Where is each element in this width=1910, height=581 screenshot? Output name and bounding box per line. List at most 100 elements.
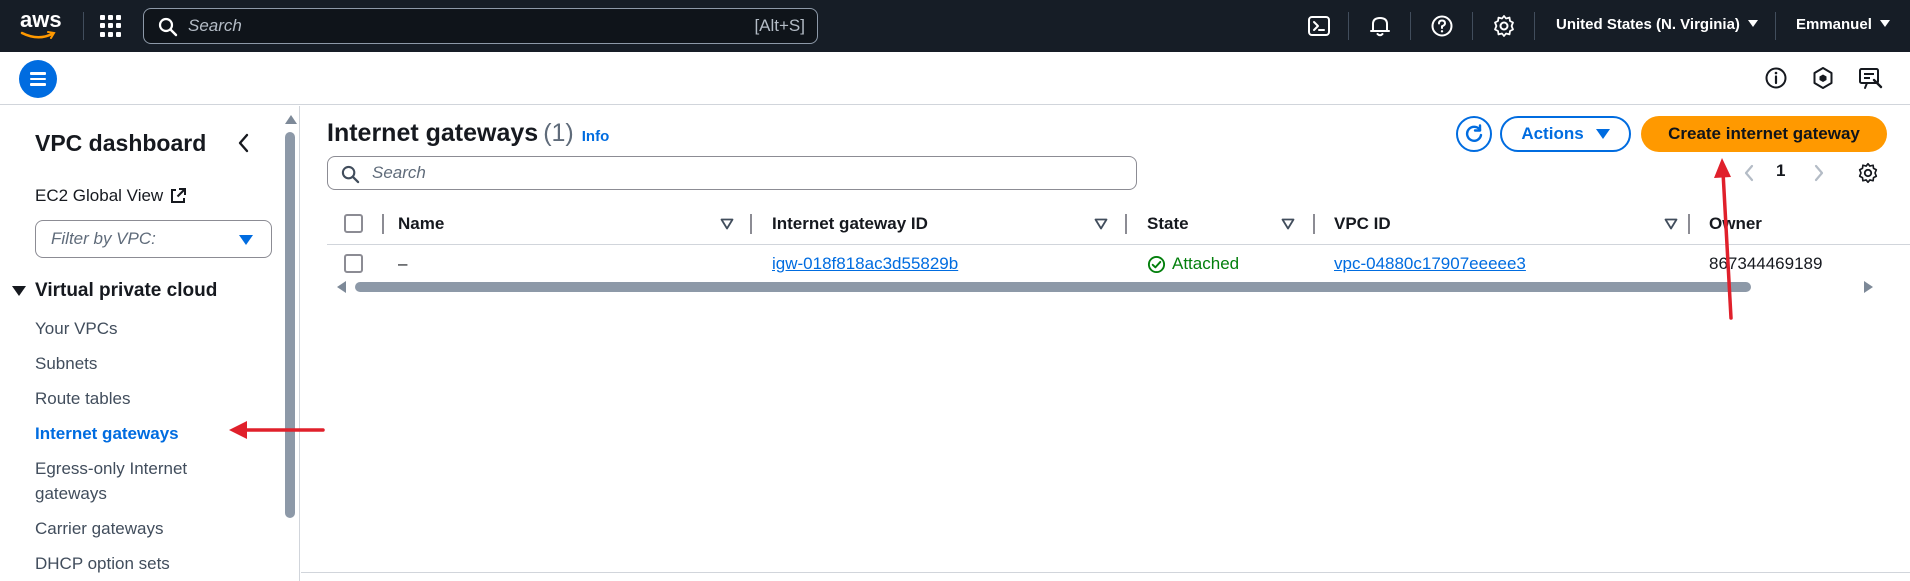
ec2-global-view-label: EC2 Global View bbox=[35, 186, 164, 205]
side-navigation: VPC dashboard EC2 Global View Filter by … bbox=[0, 106, 300, 581]
nav-divider bbox=[83, 12, 84, 40]
sidebar-item-your-vpcs[interactable]: Your VPCs bbox=[35, 316, 118, 341]
aws-smile-icon bbox=[20, 31, 56, 39]
chevron-right-icon[interactable] bbox=[1813, 163, 1825, 183]
hexagon-icon[interactable] bbox=[1810, 65, 1836, 91]
table-row[interactable]: – igw-018f818ac3d55829b Attached vpc-048… bbox=[327, 245, 1910, 283]
column-divider bbox=[750, 214, 752, 234]
sort-icon[interactable] bbox=[1664, 218, 1678, 230]
sidebar-item-carrier-gateways[interactable]: Carrier gateways bbox=[35, 516, 164, 541]
cell-vpc-id-link[interactable]: vpc-04880c17907eeeee3 bbox=[1334, 254, 1526, 274]
cell-owner: 867344469189 bbox=[1709, 254, 1823, 273]
sidebar-item-internet-gateways[interactable]: Internet gateways bbox=[35, 421, 179, 446]
menu-icon-line bbox=[30, 83, 46, 86]
actions-label: Actions bbox=[1521, 124, 1584, 143]
column-divider bbox=[382, 214, 384, 234]
sidebar-item-label: Egress-only Internet bbox=[35, 459, 188, 478]
chevron-left-icon[interactable] bbox=[236, 132, 252, 154]
page-title-text: Internet gateways bbox=[327, 119, 539, 147]
top-navigation-bar: aws [Alt+S] United St bbox=[0, 0, 1910, 52]
caret-down-icon bbox=[239, 235, 253, 245]
actions-button[interactable]: Actions bbox=[1500, 116, 1631, 152]
account-menu[interactable]: Emmanuel bbox=[1796, 16, 1890, 33]
cell-gateway-id-link[interactable]: igw-018f818ac3d55829b bbox=[772, 254, 958, 274]
search-icon bbox=[158, 17, 178, 37]
column-divider bbox=[1313, 214, 1315, 234]
cell-name: – bbox=[398, 254, 408, 273]
sort-icon[interactable] bbox=[1281, 218, 1295, 230]
column-header-vpc-id[interactable]: VPC ID bbox=[1334, 203, 1391, 245]
column-header-owner[interactable]: Owner bbox=[1709, 203, 1762, 245]
global-search[interactable]: [Alt+S] bbox=[143, 8, 818, 44]
cloudshell-icon[interactable] bbox=[1306, 13, 1332, 39]
sidebar-item-route-tables[interactable]: Route tables bbox=[35, 386, 130, 411]
sidebar-title[interactable]: VPC dashboard bbox=[35, 130, 206, 157]
gear-icon[interactable] bbox=[1491, 13, 1517, 39]
state-label: Attached bbox=[1172, 254, 1240, 273]
search-icon bbox=[341, 165, 360, 184]
section-label: Virtual private cloud bbox=[35, 280, 218, 301]
page-title: Internet gateways (1) Info bbox=[327, 119, 609, 148]
sort-icon[interactable] bbox=[1094, 218, 1108, 230]
info-icon[interactable] bbox=[1763, 65, 1789, 91]
column-header-gateway-id[interactable]: Internet gateway ID bbox=[772, 203, 928, 245]
sidebar-item-label: gateways bbox=[35, 484, 107, 503]
info-link[interactable]: Info bbox=[582, 128, 610, 145]
section-virtual-private-cloud[interactable]: Virtual private cloud bbox=[12, 280, 217, 302]
vpc-filter-select[interactable]: Filter by VPC: bbox=[35, 220, 272, 258]
scroll-right-arrow[interactable] bbox=[1864, 281, 1873, 293]
side-nav-toggle-button[interactable] bbox=[19, 60, 57, 98]
cell-state: Attached bbox=[1147, 254, 1239, 274]
scroll-left-arrow[interactable] bbox=[337, 281, 346, 293]
region-selector[interactable]: United States (N. Virginia) bbox=[1556, 16, 1758, 33]
chevron-left-icon[interactable] bbox=[1743, 163, 1755, 183]
account-name: Emmanuel bbox=[1796, 16, 1872, 33]
global-search-input[interactable] bbox=[188, 13, 688, 39]
column-header-state[interactable]: State bbox=[1147, 203, 1189, 245]
nav-divider bbox=[1410, 12, 1411, 40]
search-shortcut-hint: [Alt+S] bbox=[754, 16, 805, 35]
caret-down-icon bbox=[1595, 129, 1610, 139]
table-settings-gear-icon[interactable] bbox=[1856, 161, 1880, 185]
caret-down-icon bbox=[1879, 20, 1890, 27]
column-divider bbox=[1688, 214, 1690, 234]
nav-divider bbox=[1472, 12, 1473, 40]
page-number[interactable]: 1 bbox=[1776, 161, 1785, 181]
sidebar-scrollbar[interactable] bbox=[285, 132, 295, 518]
item-count: (1) bbox=[543, 119, 574, 147]
ec2-global-view-link[interactable]: EC2 Global View bbox=[35, 186, 187, 206]
select-all-checkbox[interactable] bbox=[344, 214, 363, 233]
nav-divider bbox=[1348, 12, 1349, 40]
bell-icon[interactable] bbox=[1367, 13, 1393, 39]
sort-icon[interactable] bbox=[720, 218, 734, 230]
menu-icon-line bbox=[30, 77, 46, 80]
nav-divider bbox=[1775, 12, 1776, 40]
region-label: United States (N. Virginia) bbox=[1556, 16, 1740, 33]
aws-logo[interactable]: aws bbox=[20, 9, 62, 41]
success-check-icon bbox=[1147, 255, 1166, 273]
caret-down-icon bbox=[12, 286, 26, 296]
column-header-name[interactable]: Name bbox=[398, 203, 444, 245]
table-horizontal-scrollbar[interactable] bbox=[355, 282, 1751, 292]
feedback-icon[interactable] bbox=[1857, 65, 1883, 91]
help-icon[interactable] bbox=[1429, 13, 1455, 39]
secondary-bar bbox=[0, 52, 1910, 105]
create-internet-gateway-button[interactable]: Create internet gateway bbox=[1641, 116, 1887, 152]
table-header: Name Internet gateway ID State VPC ID Ow… bbox=[327, 203, 1910, 245]
sidebar-item-dhcp-option-sets[interactable]: DHCP option sets bbox=[35, 551, 170, 576]
aws-logo-text: aws bbox=[20, 7, 62, 32]
menu-icon bbox=[30, 72, 46, 75]
external-link-icon bbox=[171, 188, 187, 203]
nav-divider bbox=[1534, 12, 1535, 40]
sidebar-item-egress-only-internet-gateways[interactable]: Egress-only Internet gateways bbox=[35, 456, 187, 506]
column-divider bbox=[1125, 214, 1127, 234]
vpc-filter-placeholder: Filter by VPC: bbox=[51, 229, 156, 248]
refresh-button[interactable] bbox=[1456, 116, 1492, 152]
sidebar-item-subnets[interactable]: Subnets bbox=[35, 351, 97, 376]
scroll-up-arrow[interactable] bbox=[285, 115, 297, 124]
content-divider bbox=[301, 572, 1910, 573]
apps-grid-icon[interactable] bbox=[100, 15, 122, 37]
table-search-input[interactable] bbox=[372, 161, 1112, 185]
table-search[interactable] bbox=[327, 156, 1137, 190]
row-checkbox[interactable] bbox=[344, 254, 363, 273]
